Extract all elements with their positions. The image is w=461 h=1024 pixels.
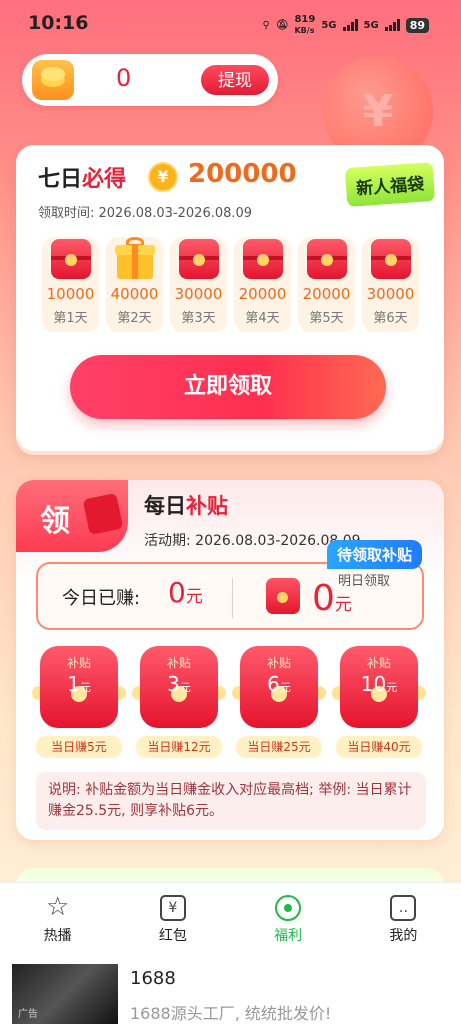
divider	[232, 578, 233, 618]
red-envelope-icon	[266, 578, 300, 614]
day-label: 第4天	[245, 311, 280, 326]
day-label: 第3天	[181, 311, 216, 326]
red-envelope-icon	[371, 239, 411, 279]
newbie-bag-tag: 新人福袋	[342, 159, 438, 210]
tier-condition: 当日赚25元	[236, 736, 322, 758]
ad-description: 1688源头工厂, 统统批发价!	[130, 1004, 332, 1023]
day-value: 30000	[174, 285, 223, 303]
day-value: 20000	[302, 285, 351, 303]
signal-icon-2	[384, 19, 400, 31]
day-reward-item[interactable]: 20000 第5天	[298, 237, 355, 332]
tab-hot[interactable]: ☆ 热播	[0, 883, 115, 954]
daily-subsidy-title: 每日补贴	[144, 494, 228, 518]
wallet-balance: 0	[116, 64, 132, 92]
red-envelope-icon	[307, 239, 347, 279]
subsidy-tier[interactable]: 补贴 1元 当日赚5元	[32, 644, 126, 762]
day-reward-list: 10000 第1天 40000 第2天 30000 第3天 20000 第4天 2000…	[42, 237, 419, 332]
seven-day-reward-card: 七日必得 ¥ 200000 领取时间: 2026.08.03-2026.08.0…	[16, 145, 444, 451]
claim-badge: 领	[16, 480, 128, 552]
tab-mine[interactable]: ‥ 我的	[346, 883, 461, 954]
withdraw-button[interactable]: 提现	[200, 64, 270, 96]
day-value: 40000	[110, 285, 159, 303]
network-type-1: 5G	[321, 19, 337, 31]
day-value: 20000	[238, 285, 287, 303]
status-icons: ⚲ 🔕︎ 819 KB/s 5G 5G 89	[262, 14, 429, 36]
day-reward-item[interactable]: 30000 第3天	[170, 237, 227, 332]
tier-condition: 当日赚5元	[36, 736, 122, 758]
battery-icon: 89	[405, 17, 429, 33]
day-label: 第1天	[53, 311, 88, 326]
subsidy-tier-list: 补贴 1元 当日赚5元 补贴 3元 当日赚12元 补贴 6元 当日赚25元 补贴 10元 当日赚…	[32, 644, 426, 762]
signal-icon	[342, 19, 358, 31]
day-label: 第2天	[117, 311, 152, 326]
tier-condition: 当日赚12元	[136, 736, 222, 758]
day-label: 第6天	[373, 311, 408, 326]
location-icon: ⚲	[262, 19, 270, 31]
ad-title: 1688	[130, 968, 176, 989]
net-speed: 819 KB/s	[294, 14, 316, 35]
tab-red-packet[interactable]: ¥ 红包	[115, 883, 230, 954]
claim-date-range: 领取时间: 2026.08.03-2026.08.09	[38, 206, 253, 221]
tab-welfare[interactable]: 福利	[231, 883, 346, 954]
day-reward-item[interactable]: 30000 第6天	[362, 237, 419, 332]
red-envelope-icon	[243, 239, 283, 279]
day-reward-item[interactable]: 20000 第4天	[234, 237, 291, 332]
yuan-box-icon: ¥	[159, 895, 186, 921]
network-type-2: 5G	[363, 19, 379, 31]
ad-thumbnail: 广告	[12, 964, 118, 1024]
earnings-box: 今日已赚: 0元 明日领取 0元	[36, 562, 424, 630]
coin-icon: ¥	[148, 162, 178, 192]
day-value: 10000	[46, 285, 95, 303]
red-envelope-icon	[51, 239, 91, 279]
star-play-icon: ☆	[45, 892, 70, 922]
wallet-bar: 0 提现	[22, 54, 278, 106]
tier-condition: 当日赚40元	[336, 736, 422, 758]
day-reward-item[interactable]: 40000 第2天	[106, 237, 163, 332]
tomorrow-claim-value: 0元	[312, 578, 352, 619]
pending-subsidy-tag: 待领取补贴	[326, 540, 422, 569]
red-envelope-icon	[82, 492, 124, 536]
daily-subsidy-card: 领 每日补贴 活动期: 2026.08.03-2026.08.09 今日已赚: …	[16, 480, 444, 840]
gold-ingot-icon	[32, 60, 74, 100]
subsidy-tier[interactable]: 补贴 3元 当日赚12元	[132, 644, 226, 762]
red-envelope-icon	[179, 239, 219, 279]
today-earned-label: 今日已赚:	[62, 588, 141, 609]
subsidy-tier[interactable]: 补贴 6元 当日赚25元	[232, 644, 326, 762]
claim-badge-text: 领	[40, 504, 70, 539]
day-value: 30000	[366, 285, 415, 303]
seven-day-title: 七日必得	[38, 167, 127, 192]
day-label: 第5天	[309, 311, 344, 326]
subsidy-note: 说明: 补贴金额为当日赚金收入对应最高档; 举例: 当日累计赚金25.5元, 则…	[36, 772, 426, 830]
welfare-circle-icon	[275, 895, 302, 921]
status-bar: 10:16 ⚲ 🔕︎ 819 KB/s 5G 5G 89	[0, 0, 461, 46]
day-reward-item[interactable]: 10000 第1天	[42, 237, 99, 332]
today-earned-value: 0元	[168, 576, 203, 609]
gift-box-icon	[115, 237, 155, 279]
claim-now-button[interactable]: 立即领取	[70, 355, 386, 419]
status-time: 10:16	[28, 12, 89, 34]
profile-box-icon: ‥	[390, 895, 417, 921]
bottom-tab-bar: ☆ 热播 ¥ 红包 福利 ‥ 我的	[0, 882, 461, 954]
ad-banner[interactable]: 广告 1688 1688源头工厂, 统统批发价!	[0, 954, 461, 1024]
subsidy-tier[interactable]: 补贴 10元 当日赚40元	[332, 644, 426, 762]
total-reward-amount: 200000	[188, 159, 297, 189]
mute-icon: 🔕︎	[275, 19, 289, 31]
